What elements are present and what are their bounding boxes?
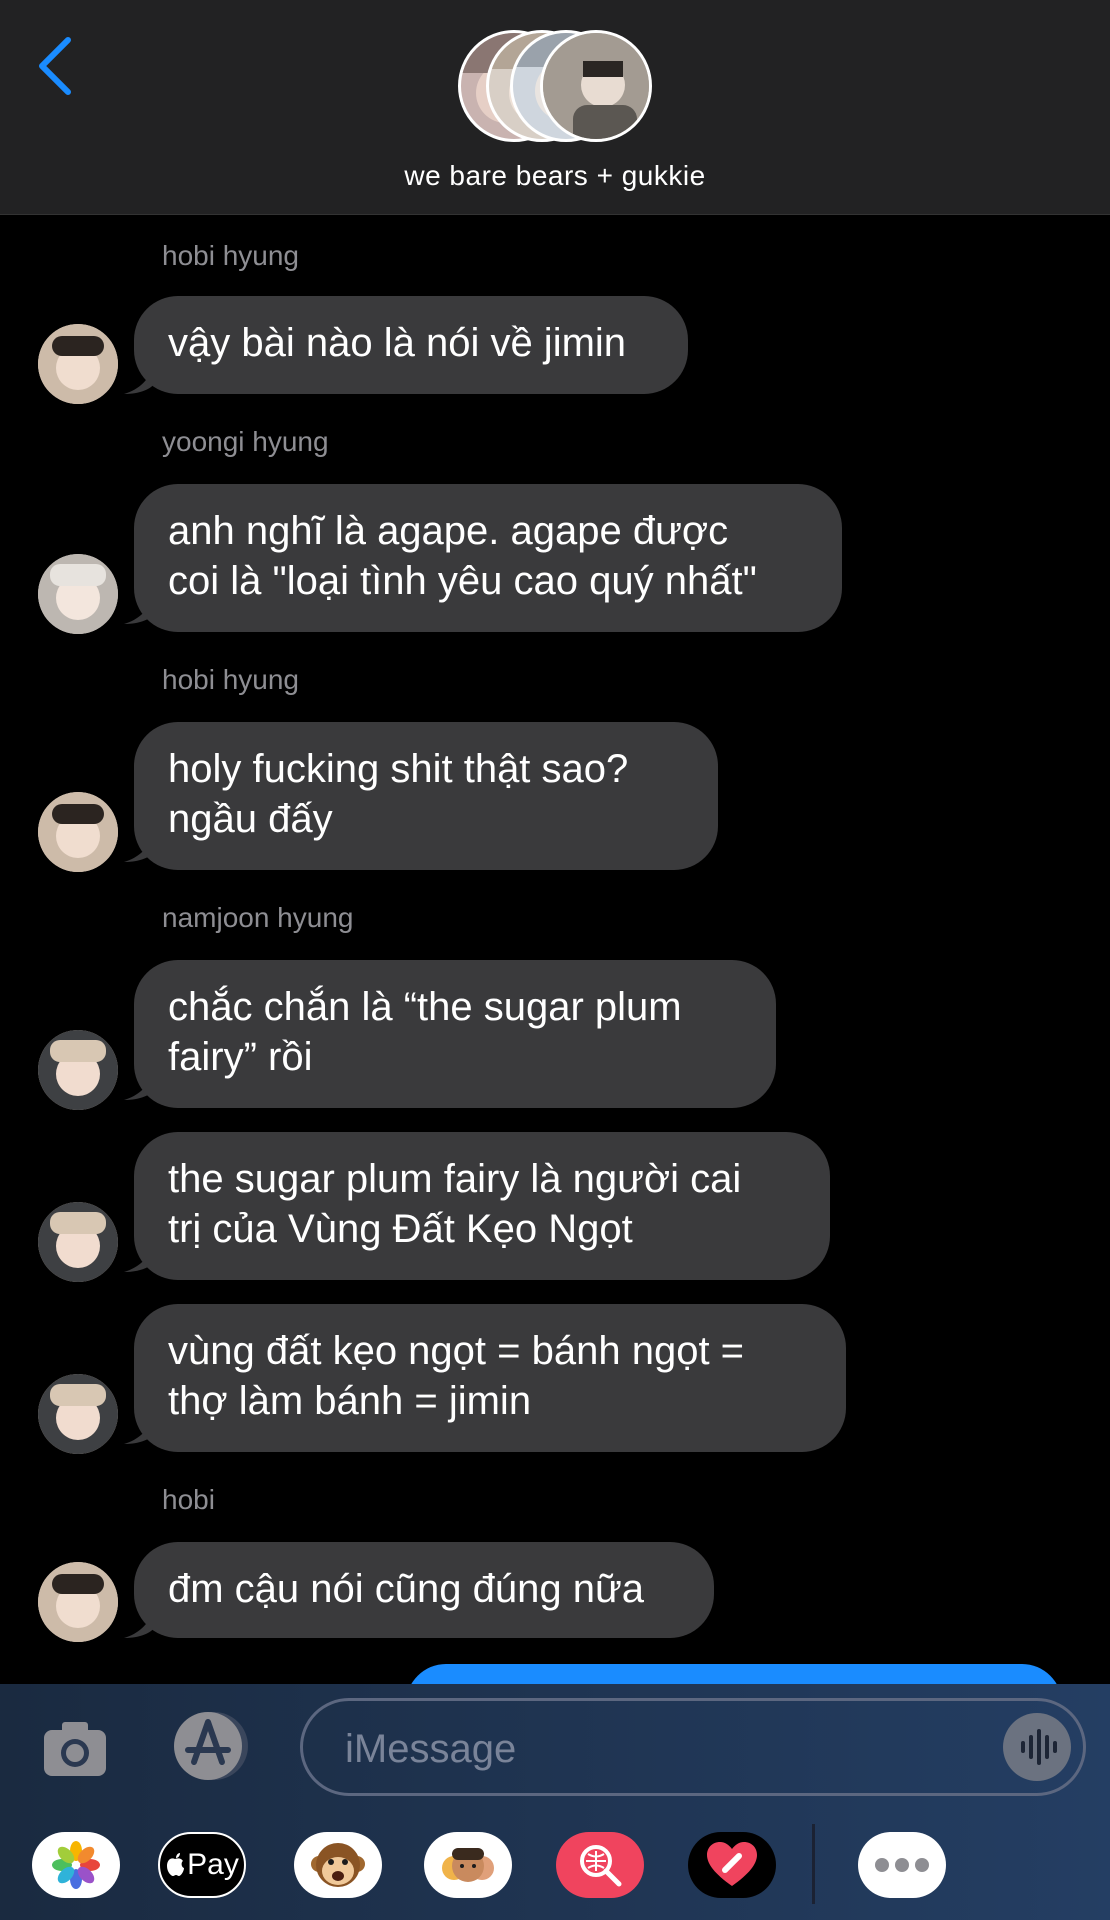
message-bubble[interactable]: chắc chắn là “the sugar plum fairy” rồi (134, 960, 776, 1108)
avatar[interactable] (38, 1562, 118, 1642)
apple-pay-label: Pay (187, 1848, 239, 1881)
sender-name: yoongi hyung (162, 426, 329, 457)
sender-name: hobi hyung (162, 664, 300, 695)
message-input-placeholder: iMessage (345, 1727, 517, 1771)
group-title: we bare bears + gukkie (404, 160, 706, 191)
sent-message-bubble[interactable] (406, 1664, 1062, 1684)
apple-pay-icon[interactable]: Pay (158, 1832, 246, 1898)
avatar[interactable] (38, 554, 118, 634)
compose-bar: iMessage Pay (0, 1684, 1110, 1920)
message-input[interactable]: iMessage (300, 1698, 1086, 1796)
sender-name: namjoon hyung (162, 902, 354, 933)
sender-name: hobi (162, 1484, 215, 1515)
message-bubble[interactable]: vùng đất kẹo ngọt = bánh ngọt = thợ làm … (134, 1304, 846, 1452)
group-member-avatar (540, 30, 652, 142)
conversation-header: we bare bears + gukkie (0, 0, 1110, 215)
group-avatars[interactable] (458, 30, 658, 146)
chevron-left-icon[interactable] (36, 36, 76, 96)
message-bubble[interactable]: holy fucking shit thật sao? ngầu đấy (134, 722, 718, 870)
avatar[interactable] (38, 1202, 118, 1282)
avatar[interactable] (38, 324, 118, 404)
message-bubble[interactable]: vậy bài nào là nói về jimin (134, 296, 688, 394)
message-bubble[interactable]: đm cậu nói cũng đúng nữa (134, 1542, 714, 1638)
monkey-animoji-icon[interactable] (294, 1832, 382, 1898)
memoji-icon[interactable] (424, 1832, 512, 1898)
message-thread[interactable]: hobi hyung vậy bài nào là nói về jimin y… (0, 214, 1110, 1684)
camera-icon[interactable] (40, 1714, 110, 1784)
message-bubble[interactable]: the sugar plum fairy là người cai trị củ… (134, 1132, 830, 1280)
avatar[interactable] (38, 1374, 118, 1454)
photos-icon[interactable] (32, 1832, 120, 1898)
image-search-icon[interactable] (556, 1832, 644, 1898)
sender-name: hobi hyung (162, 240, 300, 271)
digital-touch-heart-icon[interactable] (688, 1832, 776, 1898)
avatar[interactable] (38, 792, 118, 872)
audio-waveform-icon[interactable] (1003, 1713, 1071, 1781)
more-icon[interactable] (858, 1832, 946, 1898)
avatar[interactable] (38, 1030, 118, 1110)
app-store-icon[interactable] (168, 1710, 256, 1782)
message-bubble[interactable]: anh nghĩ là agape. agape được coi là "lo… (134, 484, 842, 632)
tray-divider (812, 1824, 815, 1904)
